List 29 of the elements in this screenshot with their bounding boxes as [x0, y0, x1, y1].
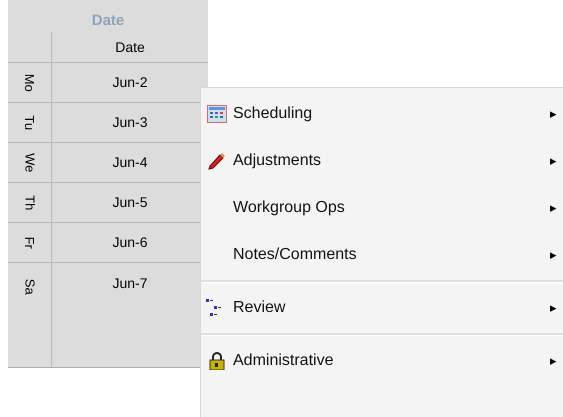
menu-item[interactable]: Workgroup Ops ▸ — [201, 184, 563, 231]
submenu-arrow-icon: ▸ — [550, 244, 557, 264]
day-label: Mo — [21, 73, 38, 92]
calendar-icon — [207, 104, 227, 122]
menu-item[interactable]: Notes/Comments ▸ — [201, 231, 563, 278]
pencil-icon — [208, 152, 226, 170]
padlock-icon — [209, 352, 225, 370]
grid-title: Date — [92, 10, 124, 30]
table-cell-text: Jun-5 — [112, 193, 148, 212]
submenu-arrow-icon: ▸ — [550, 104, 557, 124]
menu-item[interactable]: Review ▸ — [201, 284, 563, 331]
table-cell-text: Jun-4 — [112, 153, 148, 172]
submenu-arrow-icon: ▸ — [550, 198, 557, 218]
table-cell-text: Jun-7 — [112, 274, 148, 293]
table-cell-text: Jun-2 — [112, 73, 148, 92]
day-label: We — [21, 152, 38, 172]
menu-item[interactable]: Scheduling ▸ — [201, 90, 563, 137]
submenu-arrow-icon: ▸ — [550, 350, 557, 370]
submenu-arrow-icon: ▸ — [550, 298, 557, 318]
day-label: Sa — [21, 278, 38, 295]
submenu-arrow-icon: ▸ — [550, 150, 557, 170]
menu-item[interactable]: Administrative ▸ — [201, 337, 563, 384]
column-header: Date — [115, 38, 145, 56]
day-label: Fr — [21, 236, 38, 249]
table-cell-text: Jun-3 — [112, 113, 148, 132]
day-label: Tu — [21, 115, 38, 130]
menu-item[interactable]: Adjustments ▸ — [201, 137, 563, 184]
table-cell-text: Jun-6 — [112, 233, 148, 252]
day-label: Th — [21, 194, 38, 210]
